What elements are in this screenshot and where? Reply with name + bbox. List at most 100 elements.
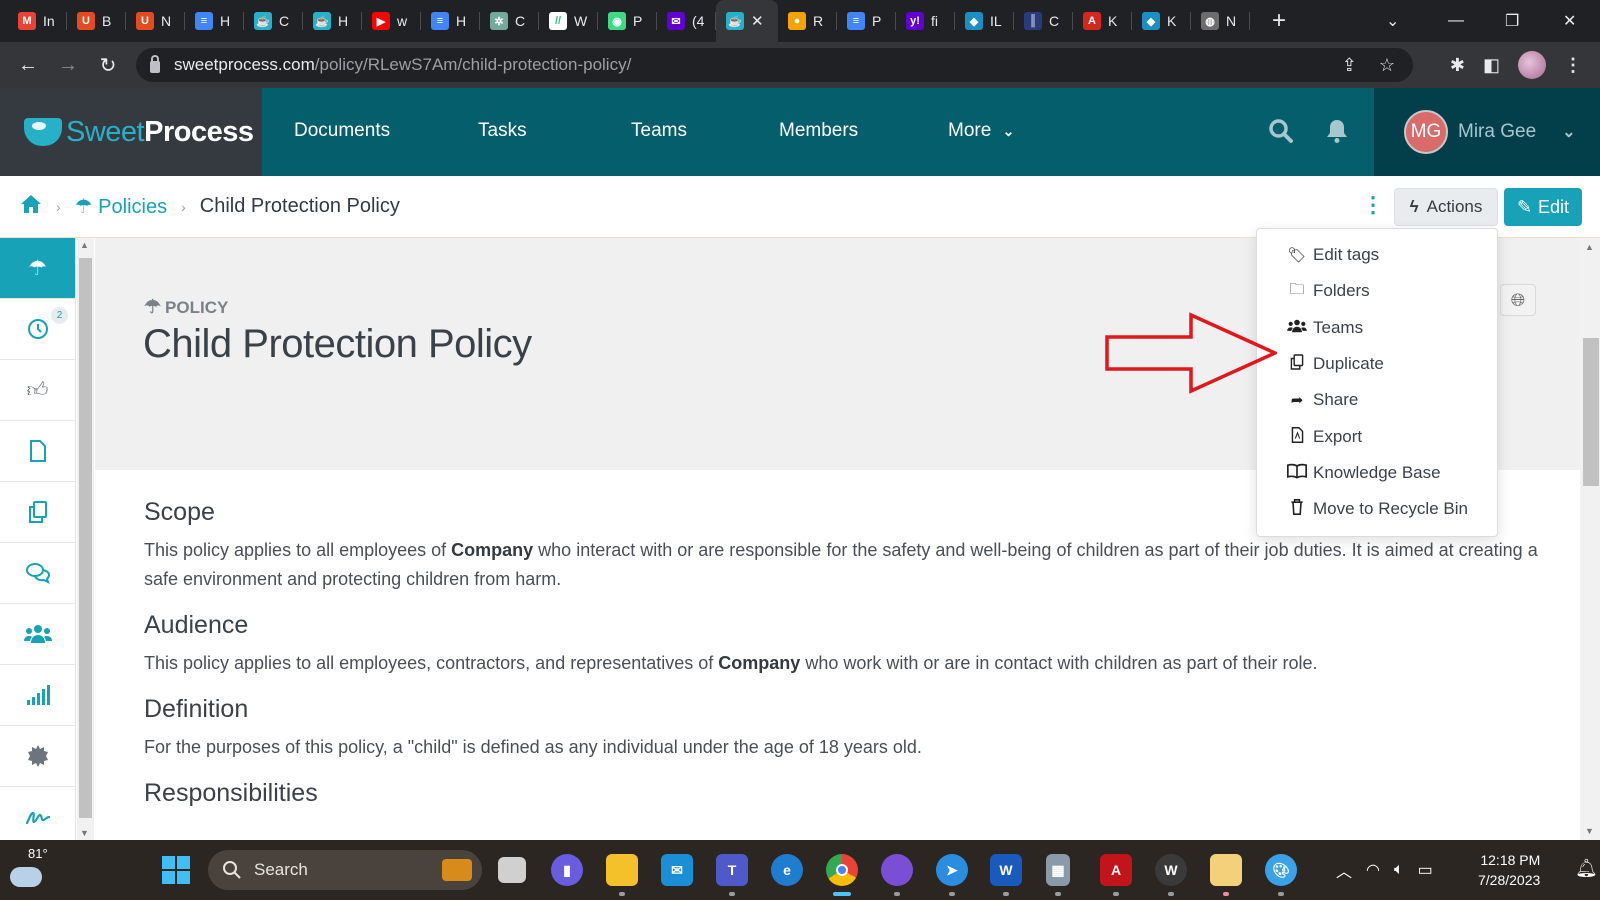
- battery-icon[interactable]: ▭: [1418, 860, 1433, 880]
- copilot-icon[interactable]: [881, 854, 913, 886]
- nav-members[interactable]: Members: [779, 120, 858, 142]
- browser-tab[interactable]: UN: [126, 0, 185, 42]
- calculator-icon[interactable]: ▦: [1046, 854, 1070, 886]
- notification-bell-icon[interactable]: 🔔︎: [1575, 858, 1598, 879]
- browser-tab[interactable]: ≡ H: [421, 0, 480, 42]
- browser-tab[interactable]: UB: [67, 0, 126, 42]
- sidebar-item-copies[interactable]: [0, 482, 75, 543]
- scroll-down-arrow-icon[interactable]: ▼: [1585, 826, 1594, 836]
- sidebar-item-history[interactable]: 2: [0, 299, 75, 360]
- menu-item-export[interactable]: Export: [1257, 418, 1497, 454]
- windows-start-icon[interactable]: [160, 854, 192, 886]
- sidebar-item-policies[interactable]: ☂: [0, 238, 75, 299]
- microsoft-teams-icon[interactable]: T: [716, 854, 748, 886]
- menu-item-move-to-recycle-bin[interactable]: Move to Recycle Bin: [1257, 491, 1497, 527]
- edge-icon[interactable]: e: [771, 854, 803, 886]
- browser-tab[interactable]: ● R: [778, 0, 837, 42]
- scroll-down-arrow-icon[interactable]: ▼: [80, 828, 89, 838]
- word-icon[interactable]: W: [990, 854, 1022, 886]
- teams-meet-icon[interactable]: ▮: [551, 854, 583, 886]
- nav-teams[interactable]: Teams: [631, 120, 687, 142]
- sidebar-item-approvals[interactable]: 👍︎: [0, 360, 75, 421]
- close-tab-icon[interactable]: ✕: [751, 12, 764, 30]
- sidebar-scrollbar[interactable]: ▲ ▼: [77, 238, 94, 840]
- menu-item-share[interactable]: ➦ Share: [1257, 382, 1497, 418]
- browser-tab[interactable]: ║ C: [1014, 0, 1073, 42]
- forward-button[interactable]: →: [48, 54, 88, 77]
- chrome-icon[interactable]: [826, 854, 858, 886]
- extensions-puzzle-icon[interactable]: ✱: [1450, 55, 1465, 76]
- menu-item-duplicate[interactable]: Duplicate: [1257, 346, 1497, 382]
- reload-button[interactable]: ↻: [88, 53, 128, 78]
- show-hidden-icons-chevron[interactable]: ︿: [1336, 858, 1352, 882]
- acrobat-icon[interactable]: A: [1100, 854, 1132, 886]
- sidebar-item-comments[interactable]: [0, 543, 75, 604]
- system-clock[interactable]: 12:18 PM 7/28/2023: [1478, 850, 1540, 890]
- notifications-bell-icon[interactable]: [1325, 118, 1349, 150]
- breadcrumb-policies[interactable]: ☂ Policies: [75, 194, 167, 219]
- menu-item-knowledge-base[interactable]: Knowledge Base: [1257, 455, 1497, 491]
- edit-button[interactable]: ✎ Edit: [1504, 188, 1582, 226]
- onedrive-folder-icon[interactable]: [1210, 854, 1242, 886]
- share-page-icon[interactable]: ⇪: [1342, 55, 1357, 76]
- sidebar-item-signature[interactable]: [0, 787, 75, 848]
- tab-search-chevron-icon[interactable]: ⌄: [1386, 0, 1399, 42]
- more-options-kebab-icon[interactable]: ⋮: [1362, 192, 1384, 218]
- back-button[interactable]: ←: [8, 54, 48, 77]
- close-window-button[interactable]: ✕: [1563, 0, 1576, 42]
- search-icon[interactable]: [1268, 118, 1294, 151]
- browser-tab[interactable]: ✉ (4: [657, 0, 716, 42]
- actions-button[interactable]: ϟ Actions: [1394, 188, 1498, 226]
- public-visibility-button[interactable]: 🌐︎: [1500, 284, 1536, 316]
- browser-tab[interactable]: ✲ C: [480, 0, 539, 42]
- sidebar-item-teams[interactable]: [0, 604, 75, 665]
- menu-item-edit-tags[interactable]: 🏷︎ Edit tags: [1257, 237, 1497, 273]
- sweetprocess-logo[interactable]: Sweet Process: [0, 88, 262, 176]
- page-scrollbar-thumb[interactable]: [1583, 338, 1599, 486]
- browser-tab[interactable]: M In: [8, 0, 67, 42]
- restore-button[interactable]: ❐: [1505, 0, 1519, 42]
- scroll-up-arrow-icon[interactable]: ▲: [80, 240, 89, 250]
- sidebar-item-stats[interactable]: [0, 665, 75, 726]
- home-icon[interactable]: [20, 194, 42, 220]
- scroll-up-arrow-icon[interactable]: ▲: [1585, 242, 1594, 252]
- menu-item-folders[interactable]: 🗀 Folders: [1257, 273, 1497, 309]
- page-scrollbar[interactable]: ▲ ▼: [1580, 238, 1600, 840]
- sidebar-scrollbar-thumb[interactable]: [79, 258, 92, 818]
- browser-tab[interactable]: AK: [1073, 0, 1132, 42]
- browser-tab-active[interactable]: ☕ ✕: [716, 0, 778, 42]
- address-bar[interactable]: sweetprocess.com/policy/RLewS7Am/child-p…: [136, 48, 1413, 82]
- weather-widget[interactable]: 81°: [10, 846, 48, 887]
- browser-tab[interactable]: ▶ w: [362, 0, 421, 42]
- wifi-icon[interactable]: ◠: [1366, 860, 1380, 880]
- sidebar-item-document[interactable]: [0, 421, 75, 482]
- paint-icon[interactable]: 🎨︎: [1265, 854, 1297, 886]
- browser-tab[interactable]: ☕ C: [244, 0, 303, 42]
- menu-item-teams[interactable]: Teams: [1257, 310, 1497, 346]
- browser-tab[interactable]: ◆ IL: [955, 0, 1014, 42]
- nav-documents[interactable]: Documents: [294, 120, 390, 142]
- browser-tab[interactable]: ◉ P: [598, 0, 657, 42]
- task-view-icon[interactable]: [498, 857, 526, 883]
- browser-tab[interactable]: y! fi: [896, 0, 955, 42]
- wondershare-icon[interactable]: W: [1155, 854, 1187, 886]
- browser-tab[interactable]: ◍ N: [1191, 0, 1250, 42]
- messenger-icon[interactable]: ➤: [936, 854, 968, 886]
- user-menu[interactable]: MG Mira Gee ⌄: [1374, 88, 1600, 176]
- browser-profile-avatar[interactable]: [1518, 51, 1546, 79]
- side-panel-icon[interactable]: ◧: [1483, 55, 1500, 76]
- new-tab-button[interactable]: +: [1264, 7, 1294, 35]
- browser-tab[interactable]: ☕ H: [303, 0, 362, 42]
- taskbar-search[interactable]: Search: [208, 850, 482, 890]
- file-explorer-icon[interactable]: [606, 854, 638, 886]
- bookmark-star-icon[interactable]: ☆: [1379, 55, 1395, 76]
- nav-tasks[interactable]: Tasks: [478, 120, 527, 142]
- browser-tab[interactable]: ≡ P: [837, 0, 896, 42]
- browser-tab[interactable]: ≡ H: [185, 0, 244, 42]
- browser-menu-kebab-icon[interactable]: ⋮: [1564, 55, 1582, 76]
- sidebar-item-settings[interactable]: [0, 726, 75, 787]
- minimize-button[interactable]: —: [1448, 0, 1464, 42]
- volume-icon[interactable]: 🔈︎: [1394, 861, 1404, 879]
- nav-more[interactable]: More ⌄: [948, 120, 1014, 142]
- mail-icon[interactable]: ✉: [661, 854, 693, 886]
